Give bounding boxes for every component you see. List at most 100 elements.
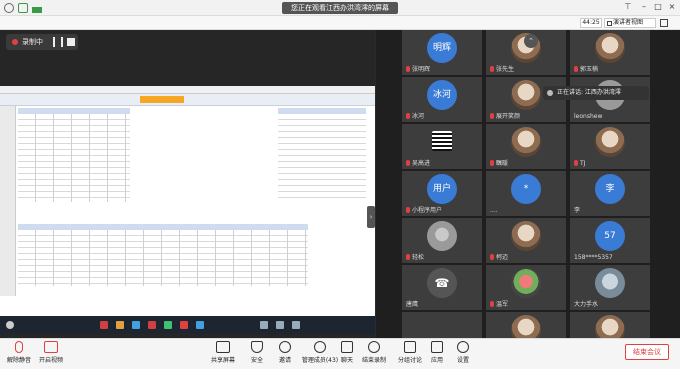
start-video-button[interactable]: 开启视频: [36, 341, 66, 368]
participant-tile[interactable]: 57 158****5357: [570, 218, 650, 263]
participant-name: TJ: [580, 160, 586, 167]
fullscreen-icon[interactable]: [660, 19, 668, 27]
participant-tile[interactable]: 瞩暖: [486, 124, 566, 169]
invite-label: 邀请: [278, 357, 291, 364]
mic-off-icon: [15, 341, 23, 353]
participant-name: 158****5357: [574, 254, 613, 261]
camera-off-icon: [44, 341, 58, 353]
spreadsheet-toolbar: [0, 94, 375, 106]
participant-tile[interactable]: 轻松: [402, 218, 482, 263]
shield-icon: [251, 341, 263, 353]
participant-tile[interactable]: 用户 小程序用户: [402, 171, 482, 216]
pause-recording-icon[interactable]: [53, 37, 63, 47]
participant-tile[interactable]: 冰河 冰河: [402, 77, 482, 122]
info-icon[interactable]: [4, 3, 14, 13]
participant-tile[interactable]: 大力手水: [570, 265, 650, 310]
participant-tile[interactable]: 明辉 张明辉: [402, 30, 482, 75]
avatar: 用户: [427, 174, 457, 204]
security-label: 安全: [250, 357, 263, 364]
mic-muted-icon: [490, 113, 494, 119]
spreadsheet-menu-bar: [0, 86, 375, 94]
participant-tile[interactable]: [486, 312, 566, 338]
meeting-window: 您正在观看江西办洪湾澪的屏幕 ⊤ – □ × 44:25 演讲者视图 录制中 ›…: [0, 0, 680, 369]
share-screen-icon: [216, 341, 230, 353]
signal-icon: [32, 3, 42, 13]
stop-recording-label: 结束录制: [361, 357, 386, 364]
start-icon: [6, 321, 14, 329]
participant-tile[interactable]: 郭玉楠: [570, 30, 650, 75]
phone-avatar: ☎: [427, 268, 457, 298]
invite-button[interactable]: 邀请: [276, 341, 294, 368]
participant-name: 小程序用户: [412, 207, 443, 214]
mic-muted-icon: [574, 66, 578, 72]
meeting-toolbar: 解除静音 开启视频 共享屏幕 安全 邀请 管理成员(43) 聊天 结束录制 分组…: [0, 338, 680, 369]
minimize-icon[interactable]: –: [638, 1, 650, 13]
stop-recording-icon[interactable]: [67, 38, 75, 46]
unmute-button[interactable]: 解除静音: [4, 341, 34, 368]
title-bar: 您正在观看江西办洪湾澪的屏幕 ⊤ – □ ×: [0, 0, 680, 16]
scroll-up-button[interactable]: ⌃: [524, 34, 538, 48]
mic-muted-icon: [406, 254, 410, 260]
taskbar-app-icon: [100, 321, 108, 329]
pin-icon[interactable]: ⊤: [622, 1, 634, 13]
participant-tile[interactable]: [402, 312, 482, 338]
chat-button[interactable]: 聊天: [338, 341, 356, 368]
participant-name: 瞩暖: [496, 160, 509, 167]
taskbar-app-icon: [116, 321, 124, 329]
participant-name: leonshew: [574, 113, 603, 120]
taskbar-app-icon: [196, 321, 204, 329]
record-icon: [368, 341, 380, 353]
close-icon[interactable]: ×: [666, 1, 678, 13]
participant-tile[interactable]: [570, 312, 650, 338]
avatar: [595, 127, 625, 157]
taskbar-app-icon: [292, 321, 300, 329]
speaking-label: 正在讲话: 江西办洪湾澪: [557, 89, 621, 96]
apps-button[interactable]: 应用: [428, 341, 446, 368]
avatar: [511, 315, 541, 338]
lower-table-column-lines: [18, 230, 308, 286]
mic-muted-icon: [490, 66, 494, 72]
participant-name: 柯迈: [496, 254, 509, 261]
avatar: [432, 131, 452, 151]
table-column-lines: [18, 114, 130, 202]
avatar: *: [511, 174, 541, 204]
participant-tile[interactable]: 温军: [486, 265, 566, 310]
share-screen-button[interactable]: 共享屏幕: [208, 341, 238, 368]
participant-name: 大力手水: [574, 301, 599, 308]
shared-spreadsheet-window: [0, 86, 375, 334]
mic-muted-icon: [574, 160, 578, 166]
participant-tile[interactable]: ☎ 唐鹰: [402, 265, 482, 310]
end-meeting-button[interactable]: 结束会议: [625, 344, 669, 360]
participant-name: 展开笑颜: [496, 113, 521, 120]
toolbar-highlight: [140, 96, 184, 103]
collapse-gallery-handle[interactable]: ›: [367, 206, 375, 228]
avatar: [595, 268, 625, 298]
maximize-icon[interactable]: □: [652, 1, 664, 13]
breakout-icon: [404, 341, 416, 353]
shared-taskbar: [0, 316, 375, 334]
shield-icon[interactable]: [18, 3, 28, 13]
breakout-button[interactable]: 分组讨论: [396, 341, 424, 368]
settings-label: 设置: [456, 357, 469, 364]
speaker-view-label: 演讲者视图: [613, 19, 644, 26]
manage-members-button[interactable]: 管理成员(43): [298, 341, 342, 368]
recording-label: 录制中: [22, 38, 43, 46]
avatar: [511, 80, 541, 110]
participant-name: 郭玉楠: [580, 66, 599, 73]
security-button[interactable]: 安全: [248, 341, 266, 368]
mic-muted-icon: [490, 254, 494, 260]
participant-tile[interactable]: 吴高进: [402, 124, 482, 169]
participant-tile[interactable]: 李 李: [570, 171, 650, 216]
taskbar-app-icon: [260, 321, 268, 329]
speaker-view-button[interactable]: 演讲者视图: [604, 18, 656, 28]
participant-tile[interactable]: * ....: [486, 171, 566, 216]
mic-muted-icon: [490, 160, 494, 166]
participant-name: 张先生: [496, 66, 515, 73]
speaker-icon: [547, 90, 553, 96]
participant-tile[interactable]: TJ: [570, 124, 650, 169]
participant-tile[interactable]: 柯迈: [486, 218, 566, 263]
settings-button[interactable]: 设置: [454, 341, 472, 368]
mic-muted-icon: [490, 301, 494, 307]
participant-name: 轻松: [412, 254, 425, 261]
stop-recording-button[interactable]: 结束录制: [360, 341, 388, 368]
